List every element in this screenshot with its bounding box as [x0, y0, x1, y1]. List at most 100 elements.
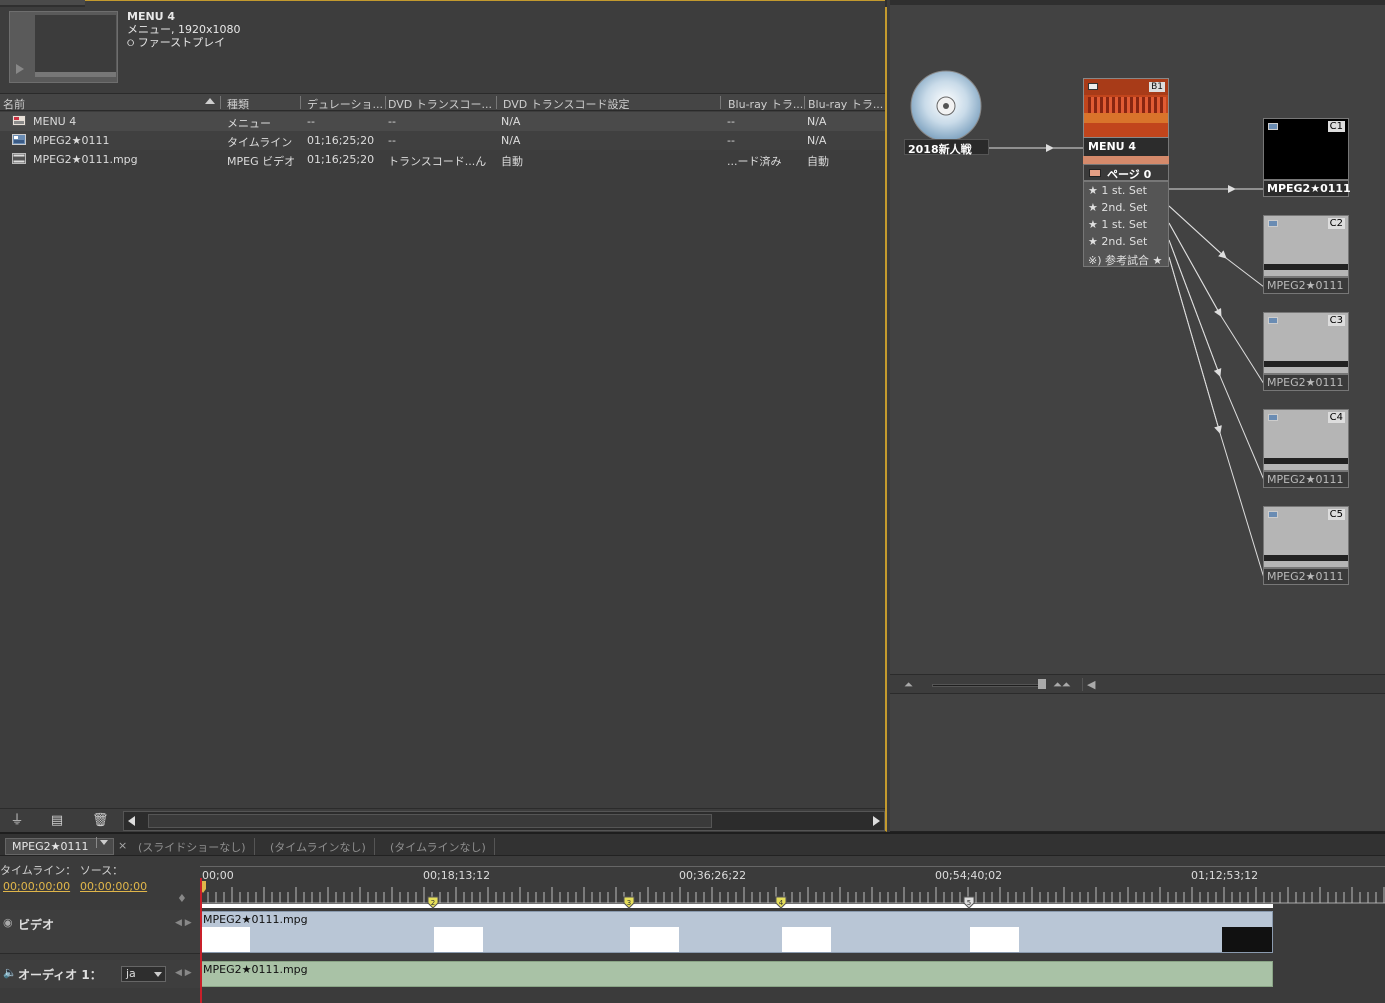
timeline-node[interactable]: C4 MPEG2★0111 [1263, 409, 1349, 488]
timeline-timecode[interactable]: 00;00;00;00 [3, 880, 70, 893]
timeline-node-label: MPEG2★0111 [1263, 180, 1351, 197]
filter-icon[interactable]: ⏚ [10, 814, 24, 828]
timeline-thumbnail: C2 [1263, 215, 1349, 277]
thumbnail-frame [434, 927, 483, 952]
column-bluray-transcode[interactable]: Blu-ray トラ... [728, 96, 804, 112]
flowchart-zoom-bar: ⏶ ⏶⏶ ◀ [890, 674, 1385, 694]
project-tab-active[interactable] [85, 0, 885, 7]
column-duration[interactable]: デュレーショ... [307, 96, 385, 112]
column-divider[interactable] [385, 96, 386, 109]
menu-node[interactable]: B1 MENU 4 ページ 0 ★ 1 st. Set ★ 2nd. Set ★… [1083, 78, 1169, 268]
scrollbar-thumb[interactable] [148, 814, 712, 828]
new-item-icon[interactable]: ▤ [50, 814, 64, 828]
timeline-icon [12, 134, 26, 145]
menu-title: MENU 4 [1083, 138, 1169, 156]
keyframe-nav-icon[interactable]: ◀ ▶ [175, 968, 192, 978]
zoom-out-icon[interactable]: ⏶ [904, 678, 913, 692]
project-tab[interactable] [0, 0, 85, 5]
work-area-bar[interactable] [200, 904, 1273, 908]
timeline-node[interactable]: C2 MPEG2★0111 [1263, 215, 1349, 294]
column-type[interactable]: 種類 [227, 96, 297, 112]
column-divider[interactable] [496, 96, 497, 109]
table-row[interactable]: MENU 4 メニュー -- -- N/A -- N/A [0, 112, 885, 131]
column-dvd-transcode[interactable]: DVD トランスコー... [388, 96, 494, 112]
scroll-left-icon[interactable]: ◀ [1082, 678, 1095, 691]
column-name[interactable]: 名前 [3, 96, 153, 112]
sort-ascending-icon[interactable] [205, 98, 215, 104]
menu-button[interactable]: ★ 2nd. Set [1088, 235, 1147, 248]
column-bluray-settings[interactable]: Blu-ray トラ... [808, 96, 884, 112]
speaker-icon[interactable]: 🔈 [3, 966, 17, 979]
row-duration: 01;16;25;20 [307, 134, 375, 147]
connector-line [1168, 222, 1265, 385]
tab-timeline[interactable]: (タイムラインなし) [382, 838, 495, 855]
timeline-node[interactable]: C1 MPEG2★0111 [1263, 118, 1351, 197]
zoom-slider[interactable] [932, 684, 1044, 687]
tab-dropdown-icon[interactable] [96, 837, 110, 848]
tab-timeline[interactable]: (タイムラインなし) [262, 838, 375, 855]
row-bluray-settings: N/A [807, 134, 827, 147]
time-ruler[interactable]: 2 3 4 5 00;00 00;18;13;12 00;36;26;22 00;54… [200, 866, 1385, 909]
column-divider[interactable] [220, 96, 221, 109]
column-divider[interactable] [300, 96, 301, 109]
video-track-header: ◉ ビデオ ◀ ▶ [0, 910, 200, 954]
disc-label[interactable]: 2018新人戦 [904, 139, 989, 156]
video-clip[interactable]: MPEG2★0111.mpg [200, 911, 1273, 953]
column-dvd-transcode-settings[interactable]: DVD トランスコード設定 [503, 96, 718, 112]
timeline-badge: C5 [1327, 509, 1345, 520]
column-divider[interactable] [804, 96, 805, 109]
horizontal-scrollbar[interactable] [123, 811, 885, 831]
timeline-thumbnail: C5 [1263, 506, 1349, 568]
timeline-badge: C3 [1327, 315, 1345, 326]
language-select[interactable]: ja [121, 966, 166, 982]
project-panel: MENU 4 メニュー, 1920x1080 ⭘ ファーストプレイ 名前 種類 … [0, 0, 887, 832]
trash-icon[interactable]: 🗑 [92, 814, 109, 828]
thumbnail-frame [782, 927, 831, 952]
row-name: MPEG2★0111 [33, 134, 110, 147]
first-play-info: ⭘ ファーストプレイ [127, 36, 225, 51]
row-bluray-transcode: ...ード済み [727, 155, 782, 168]
scroll-right-icon[interactable] [873, 816, 880, 826]
zoom-slider-handle[interactable] [1038, 679, 1046, 689]
connector-arrow [1168, 205, 1227, 259]
video-track-name: ビデオ [18, 918, 55, 932]
timeline-node[interactable]: C3 MPEG2★0111 [1263, 312, 1349, 391]
keyframe-nav-icon[interactable]: ◀ ▶ [175, 918, 192, 928]
table-row[interactable]: MPEG2★0111.mpg MPEG ビデオ 01;16;25;20 トランス… [0, 150, 885, 169]
ruler-label: 01;12;53;12 [1191, 869, 1259, 882]
timeline-band [1264, 458, 1348, 464]
playhead[interactable] [200, 878, 202, 1003]
menu-button[interactable]: ★ 2nd. Set [1088, 201, 1147, 214]
timeline-node[interactable]: C5 MPEG2★0111 [1263, 506, 1349, 585]
chapter-marker-number: 4 [779, 899, 784, 907]
play-icon[interactable] [16, 64, 24, 74]
menu-icon [12, 115, 26, 126]
menu-button[interactable]: ※) 参考試合 ★ [1088, 252, 1162, 268]
disc-icon[interactable] [910, 70, 982, 142]
timeline-thumbnail: C4 [1263, 409, 1349, 471]
zoom-in-icon[interactable]: ⏶⏶ [1053, 678, 1071, 692]
row-type: MPEG ビデオ [227, 155, 296, 168]
timeline-badge: C1 [1327, 121, 1345, 132]
table-row[interactable]: MPEG2★0111 タイムライン 01;16;25;20 -- N/A -- … [0, 131, 885, 150]
timeline-thumbnail: C3 [1263, 312, 1349, 374]
close-icon[interactable]: × [118, 839, 127, 852]
row-duration: 01;16;25;20 [307, 153, 375, 166]
timecode-labels: タイムライン： ソース： [0, 862, 123, 878]
row-duration: -- [307, 115, 315, 128]
menu-page[interactable]: ページ 0 [1083, 164, 1169, 181]
menu-thumbnail: B1 [1083, 78, 1169, 138]
eye-icon[interactable]: ◉ [3, 916, 13, 929]
menu-button[interactable]: ★ 1 st. Set [1088, 218, 1147, 231]
column-divider[interactable] [720, 96, 721, 109]
menu-button[interactable]: ★ 1 st. Set [1088, 184, 1147, 197]
scroll-left-icon[interactable] [128, 816, 135, 826]
source-timecode[interactable]: 00;00;00;00 [80, 880, 147, 893]
audio-clip[interactable]: MPEG2★0111.mpg [200, 961, 1273, 987]
chapter-marker-number: 2 [431, 899, 435, 907]
timeline-label: タイムライン： [0, 864, 77, 877]
column-header: 名前 種類 デュレーショ... DVD トランスコー... DVD トランスコー… [0, 93, 885, 111]
source-label: ソース： [79, 864, 124, 877]
tab-slideshow[interactable]: (スライドショーなし) [130, 838, 255, 855]
add-marker-icon[interactable]: ♦ [177, 892, 187, 905]
